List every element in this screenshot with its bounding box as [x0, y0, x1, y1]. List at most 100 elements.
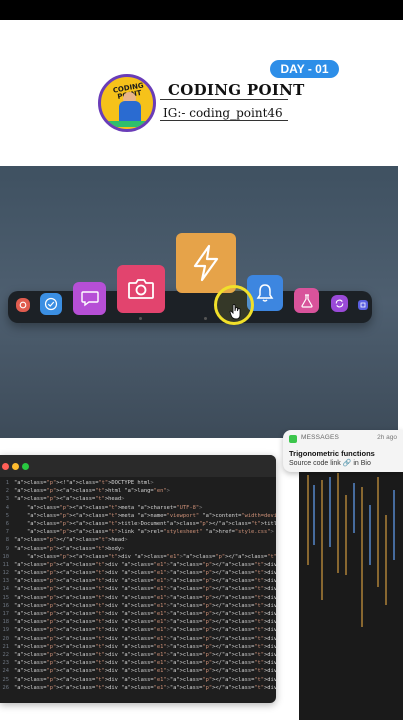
- brand-divider-top: [160, 99, 288, 100]
- code-text: "a">class="p"><"a">class="t">link "a">re…: [26, 529, 274, 536]
- code-line: 1 "a">class="p"><!"a">class="t">DOCTYPE h…: [0, 479, 276, 487]
- flask-icon[interactable]: [294, 288, 319, 313]
- code-text: "a">class="p"><"a">class="t">meta "a">na…: [26, 512, 276, 519]
- line-number: 19: [2, 627, 10, 634]
- code-line: 3 "a">class="p"><"a">class="t">head>: [0, 495, 276, 503]
- code-text: "a">class="p"><"a">class="t">div "a">cla…: [26, 553, 276, 560]
- line-number: 14: [2, 586, 10, 593]
- notification-app-name: MESSAGES: [301, 434, 340, 441]
- code-line: 2 "a">class="p"><"a">class="t">html "a">l…: [0, 487, 276, 495]
- close-window-button[interactable]: [2, 463, 9, 470]
- logo-desk: [107, 121, 153, 127]
- code-text: "a">class="p"><"a">class="t">div "a">cla…: [14, 611, 276, 617]
- line-number: 21: [2, 643, 10, 650]
- line-number: 4: [5, 504, 9, 511]
- code-text: "a">class="p"><"a">class="t">div "a">cla…: [14, 668, 276, 675]
- notification-time: 2h ago: [377, 434, 397, 441]
- line-number: 7: [5, 529, 9, 536]
- code-text: "a">class="p"><"a">class="t">div "a">cla…: [14, 602, 276, 609]
- square-app-icon[interactable]: [358, 300, 368, 310]
- code-line: 11 "a">class="p"><"a">class="t">div "a">c…: [0, 561, 277, 569]
- top-black-bar: [0, 0, 403, 20]
- dock-indicator-dot: [139, 317, 142, 320]
- code-line: 6 "a">class="p"><"a">class="t">title>Doc…: [0, 520, 276, 528]
- code-line: 17 "a">class="p"><"a">class="t">div "a">c…: [0, 610, 277, 618]
- line-number: 22: [2, 651, 10, 658]
- code-line: 15 "a">class="p"><"a">class="t">div "a">c…: [0, 594, 277, 602]
- code-line: 16 "a">class="p"><"a">class="t">div "a">c…: [0, 602, 277, 610]
- scene-right-edge: [398, 166, 403, 438]
- line-number: 9: [5, 545, 9, 552]
- notification-title: Trigonometric functions: [289, 449, 375, 458]
- code-text: "a">class="p"><"a">class="t">div "a">cla…: [14, 627, 276, 634]
- code-text: "a">class="p"><"a">class="t">div "a">cla…: [14, 586, 276, 593]
- code-line: 7 "a">class="p"><"a">class="t">link "a">…: [0, 528, 276, 536]
- code-line: 18 "a">class="p"><"a">class="t">div "a">c…: [0, 618, 277, 626]
- messages-app-icon: [289, 435, 297, 443]
- code-line: 9 "a">class="p"><"a">class="t">body>: [0, 545, 276, 553]
- code-line: 10 "a">class="p"><"a">class="t">div "a">…: [0, 553, 277, 561]
- line-number: 24: [2, 668, 10, 675]
- code-line: 5 "a">class="p"><"a">class="t">meta "a">…: [0, 512, 276, 520]
- day-badge: DAY - 01: [270, 60, 339, 78]
- line-number: 16: [2, 602, 10, 609]
- line-number: 13: [2, 578, 10, 585]
- line-number: 5: [5, 512, 9, 519]
- code-text: "a">class="p"><"a">class="t">div "a">cla…: [14, 561, 276, 568]
- code-line: 20 "a">class="p"><"a">class="t">div "a">c…: [0, 635, 277, 643]
- line-number: 3: [5, 496, 9, 503]
- code-text: "a">class="p"><"a">class="t">div "a">cla…: [14, 651, 276, 658]
- code-text: "a">class="p"><"a">class="t">div "a">cla…: [14, 570, 276, 577]
- code-text: "a">class="p"><"a">class="t">meta "a">ch…: [26, 504, 203, 511]
- code-line: 24 "a">class="p"><"a">class="t">div "a">c…: [0, 667, 277, 675]
- code-line: 21 "a">class="p"><"a">class="t">div "a">c…: [0, 643, 277, 651]
- line-number: 1: [5, 480, 9, 486]
- chat-bubble-icon[interactable]: [73, 282, 106, 315]
- code-line: 25 "a">class="p"><"a">class="t">div "a">c…: [0, 676, 277, 684]
- instagram-handle: IG:- coding_point46: [163, 106, 283, 120]
- logo-person-body: [119, 101, 141, 123]
- code-text: "a">class="p"><"a">class="t">div "a">cla…: [14, 594, 276, 601]
- coding-point-logo: CODING POINT: [98, 74, 156, 132]
- line-number: 11: [2, 561, 10, 568]
- camera-icon[interactable]: [117, 265, 165, 313]
- code-line: 13 "a">class="p"><"a">class="t">div "a">c…: [0, 577, 277, 585]
- code-text: "a">class="p"></"a">class="t">head>: [14, 537, 128, 544]
- maximize-window-button[interactable]: [22, 463, 29, 470]
- line-number: 23: [2, 660, 10, 667]
- code-line: 23 "a">class="p"><"a">class="t">div "a">c…: [0, 659, 277, 667]
- notification-body: Source code link 🔗 in Bio: [289, 460, 371, 467]
- code-text: "a">class="p"><"a">class="t">div "a">cla…: [14, 578, 276, 585]
- sync-icon[interactable]: [331, 295, 348, 312]
- line-number: 8: [5, 537, 9, 544]
- check-circle-icon[interactable]: [40, 293, 62, 315]
- code-text: "a">class="p"><"a">class="t">div "a">cla…: [14, 684, 276, 691]
- line-number: 20: [2, 635, 10, 642]
- line-number: 10: [2, 553, 10, 560]
- editor-title-bar: [0, 455, 276, 477]
- minimize-window-button[interactable]: [12, 463, 19, 470]
- line-number: 17: [2, 611, 10, 617]
- line-number: 26: [2, 684, 10, 691]
- code-text: "a">class="p"><"a">class="t">div "a">cla…: [14, 643, 276, 650]
- brand-title: CODING POINT: [168, 81, 305, 99]
- messages-notification[interactable]: MESSAGES 2h ago Trigonometric functions …: [283, 430, 403, 472]
- code-text: "a">class="p"><"a">class="t">div "a">cla…: [14, 619, 276, 626]
- dock-scene: [0, 166, 403, 438]
- line-number: 25: [2, 676, 10, 683]
- code-text: "a">class="p"><"a">class="t">head>: [14, 496, 125, 503]
- code-text: "a">class="p"><"a">class="t">div "a">cla…: [14, 635, 276, 642]
- dock-indicator-dot: [204, 317, 207, 320]
- code-line: 12 "a">class="p"><"a">class="t">div "a">c…: [0, 569, 277, 577]
- code-text: "a">class="p"><"a">class="t">body>: [14, 545, 125, 552]
- code-line: 26 "a">class="p"><"a">class="t">div "a">c…: [0, 684, 277, 692]
- code-text: "a">class="p"><"a">class="t">div "a">cla…: [14, 676, 276, 683]
- code-line: 22 "a">class="p"><"a">class="t">div "a">c…: [0, 651, 277, 659]
- code-text: "a">class="p"><"a">class="t">div "a">cla…: [14, 660, 276, 667]
- hand-cursor-icon: [229, 303, 243, 325]
- code-editor-window: 1 "a">class="p"><!"a">class="t">DOCTYPE h…: [0, 455, 276, 703]
- record-icon[interactable]: [16, 298, 30, 312]
- lightning-icon[interactable]: [176, 233, 236, 293]
- code-area[interactable]: 1 "a">class="p"><!"a">class="t">DOCTYPE h…: [0, 479, 277, 692]
- code-text: "a">class="p"><!"a">class="t">DOCTYPE ht…: [14, 480, 154, 486]
